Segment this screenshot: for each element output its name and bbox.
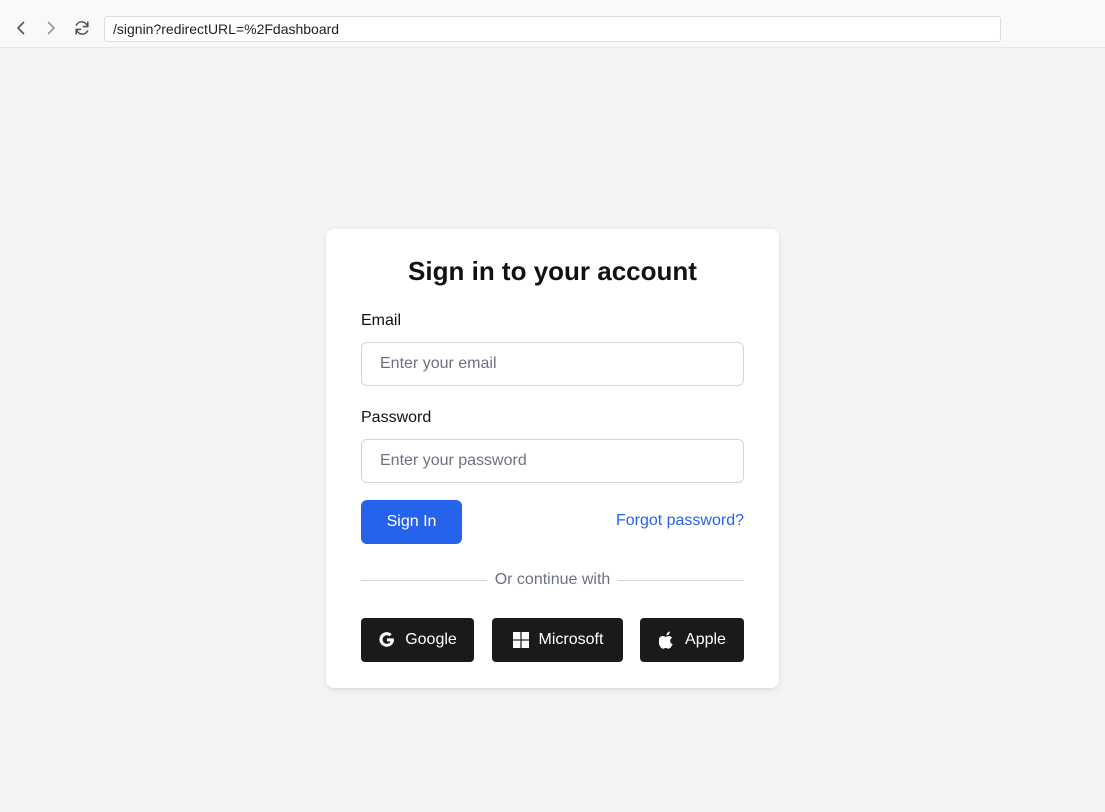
chevron-right-icon [47, 21, 55, 35]
browser-toolbar: /signin?redirectURL=%2Fdashboard [0, 0, 1105, 48]
forgot-password-link[interactable]: Forgot password? [616, 511, 744, 531]
google-button-label: Google [405, 631, 457, 648]
microsoft-icon [512, 631, 530, 649]
email-label: Email [361, 312, 402, 329]
or-divider: Or continue with [361, 570, 745, 590]
password-label: Password [361, 409, 432, 426]
reload-button[interactable] [70, 16, 94, 40]
forward-button[interactable] [39, 16, 63, 40]
chevron-left-icon [17, 21, 25, 35]
apple-icon [658, 631, 676, 649]
microsoft-signin-button[interactable]: Microsoft [492, 618, 623, 662]
google-icon [378, 631, 396, 649]
page-title: Sign in to your account [408, 256, 697, 286]
divider-line-left [361, 579, 487, 581]
email-field[interactable] [361, 342, 744, 386]
apple-button-label: Apple [685, 631, 726, 648]
google-signin-button[interactable]: Google [361, 618, 474, 662]
sign-in-button[interactable]: Sign In [361, 500, 462, 544]
divider-text: Or continue with [494, 571, 611, 588]
microsoft-button-label: Microsoft [538, 631, 604, 648]
apple-signin-button[interactable]: Apple [640, 618, 744, 662]
reload-icon [75, 21, 89, 35]
divider-line-right [618, 579, 745, 581]
password-field[interactable] [361, 439, 744, 483]
back-button[interactable] [9, 16, 33, 40]
address-bar[interactable]: /signin?redirectURL=%2Fdashboard [104, 16, 1001, 42]
signin-card: Sign in to your account Email Password S… [326, 229, 779, 688]
